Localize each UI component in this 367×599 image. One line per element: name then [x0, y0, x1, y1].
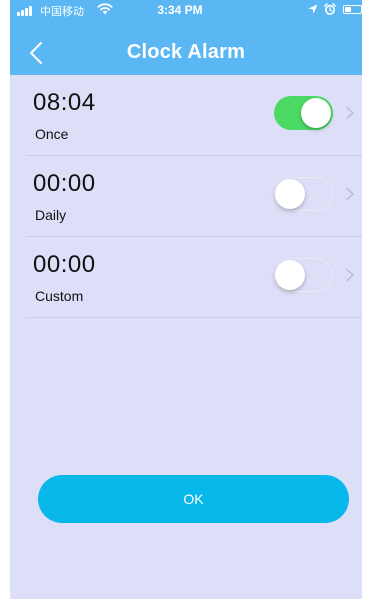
toggle-knob — [275, 260, 305, 290]
alarm-time: 00:00 — [33, 251, 96, 278]
chevron-right-icon — [346, 106, 354, 120]
header: 中国移动 3:34 PM Clock Alarm — [10, 0, 362, 75]
app-screen: 中国移动 3:34 PM Clock Alarm 08:04 Once 00:0… — [10, 0, 362, 599]
alarm-repeat-label: Once — [35, 126, 69, 142]
battery-icon — [343, 5, 362, 14]
alarm-list: 08:04 Once 00:00 Daily 00:00 Custom — [10, 75, 362, 318]
alarm-toggle[interactable] — [274, 258, 333, 292]
alarm-repeat-label: Daily — [35, 207, 67, 223]
chevron-right-icon — [346, 268, 354, 282]
toggle-knob — [301, 98, 331, 128]
page-title: Clock Alarm — [126, 41, 246, 63]
alarm-row[interactable]: 00:00 Custom — [10, 237, 362, 318]
alarm-clock-icon — [324, 3, 336, 15]
ok-button[interactable]: OK — [38, 475, 349, 523]
battery-level — [345, 7, 351, 12]
alarm-row[interactable]: 08:04 Once — [10, 75, 362, 156]
alarm-time: 08:04 — [33, 89, 96, 116]
toggle-knob — [275, 179, 305, 209]
alarm-time: 00:00 — [33, 170, 96, 197]
alarm-toggle[interactable] — [274, 96, 333, 130]
alarm-repeat-label: Custom — [35, 288, 84, 304]
alarm-toggle[interactable] — [274, 177, 333, 211]
divider — [26, 317, 362, 318]
alarm-row[interactable]: 00:00 Daily — [10, 156, 362, 237]
chevron-right-icon — [346, 187, 354, 201]
status-bar: 中国移动 3:34 PM — [10, 0, 362, 20]
location-arrow-icon — [308, 4, 318, 14]
